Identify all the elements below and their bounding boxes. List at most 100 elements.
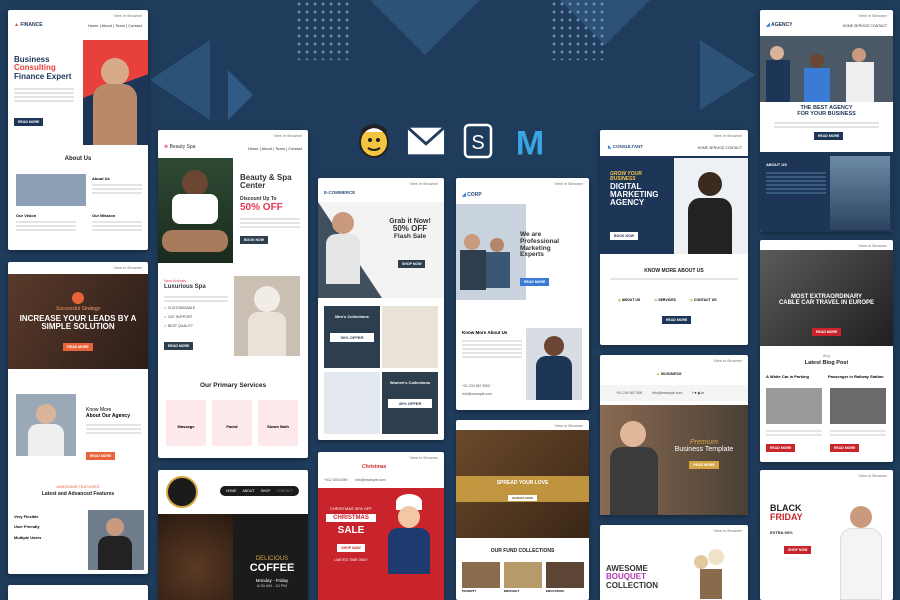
travel-blog-title: Latest Blog Post	[804, 360, 849, 366]
travel-headline: MOST EXTRAORDINARY CABLE CAR TRAVEL IN EU…	[778, 294, 875, 307]
consultant-know-title: KNOW MORE ABOUT US	[644, 268, 704, 274]
coffee-beans-photo	[158, 514, 233, 600]
spa-nav[interactable]: Home | About | Team | Contact	[248, 146, 302, 151]
consultant-logo: ◣ CONSULTANT	[608, 144, 644, 149]
fund-template-card[interactable]: View in Browser SPREAD YOUR LOVE DONATE …	[456, 420, 589, 600]
consultant-nav[interactable]: HOME SERVICE CONTACT	[698, 146, 742, 150]
agency-template-card[interactable]: View in Browser ◢ AGENCY HOME SERVICE CO…	[760, 10, 893, 232]
view-browser-link[interactable]: View in Browser	[858, 473, 887, 478]
view-browser-link[interactable]: View in Browser	[273, 133, 302, 138]
ecommerce-women-block[interactable]: Women's Collections 40% OFFER	[382, 372, 438, 434]
consultant-template-card[interactable]: View in Browser ◣ CONSULTANT HOME SERVIC…	[600, 130, 748, 345]
spa-feature-list: ✓ CUSTOMIZABLE ✓ 24/7 SUPPORT ✓ BEST QUALI…	[164, 306, 196, 329]
strategy-hero-button[interactable]: READ MORE	[63, 342, 93, 351]
agency-nav[interactable]: HOME SERVICE CONTACT	[843, 24, 887, 28]
finance-template-card[interactable]: View in Browser ▲ FINANCE Home | About |…	[8, 10, 148, 250]
view-browser-link[interactable]: View in Browser	[554, 181, 583, 186]
corp-read-more-button[interactable]: READ MORE	[520, 278, 550, 286]
travel-template-card[interactable]: View in Browser MOST EXTRAORDINARY CABLE …	[760, 240, 893, 462]
bg-dots-top-left	[295, 0, 350, 60]
ecommerce-shop-button[interactable]: SHOP NOW	[398, 260, 426, 268]
agency-hero-photo	[760, 36, 893, 102]
view-browser-link[interactable]: View in Browser	[858, 13, 887, 18]
bouquet-template-card[interactable]: View in Browser AWESOME BOUQUET COLLECTI…	[600, 525, 748, 600]
consultant-about-item[interactable]: ◎ ABOUT US	[618, 298, 640, 302]
finance-headline: Business Consulting Finance Expert	[14, 55, 72, 81]
corp-template-card[interactable]: View in Browser ◢ CORP We are Professiona…	[456, 178, 589, 410]
business-template-card[interactable]: View in Browser ▲ BUSINESS +01 234 567 8…	[600, 355, 748, 515]
travel-post-1-button[interactable]: READ MORE	[766, 444, 796, 452]
corp-hero-photo	[456, 204, 526, 300]
view-browser-link[interactable]: View in Browser	[713, 133, 742, 138]
agency-about-section: ABOUT US	[760, 152, 893, 232]
finance-about-sub: About Us	[92, 176, 110, 181]
blackfriday-template-card[interactable]: View in Browser BLACK FRIDAY EXTRA 50% S…	[760, 470, 893, 600]
finance-read-more-button[interactable]: READ MORE	[14, 118, 44, 126]
view-browser-link[interactable]: View in Browser	[409, 181, 438, 186]
spa-service-steam[interactable]: Steam Bath	[258, 400, 298, 446]
christmas-template-card[interactable]: View in Browser Christmas +012 345 6789 i…	[318, 452, 444, 600]
consultant-about-row: ◎ ABOUT US ◎ SERVICES ◎ CONTACT US	[618, 298, 717, 302]
travel-blog-sub: Blog	[822, 354, 830, 358]
coffee-nav[interactable]: HOME ABOUT SHOP CONTACT	[220, 486, 300, 496]
consultant-book-button[interactable]: BOOK NOW	[610, 232, 639, 240]
ecommerce-men-block[interactable]: Men's Collections 50% OFFER	[324, 306, 380, 368]
business-hero-text: Premium Business Template READ MORE	[674, 439, 734, 469]
view-browser-link[interactable]: View in Browser	[858, 243, 887, 248]
ecommerce-template-card[interactable]: View in Browser E-COMMERCE Grab it Now! …	[318, 178, 444, 440]
view-browser-link[interactable]: View in Browser	[713, 528, 742, 533]
christmas-shop-button[interactable]: SHOP NOW	[337, 544, 365, 552]
agency-read-more-button[interactable]: READ MORE	[814, 132, 844, 140]
ecommerce-logo: E-COMMERCE	[324, 190, 356, 195]
bg-triangle-right	[700, 40, 755, 110]
fund-donate-button[interactable]: DONATE NOW	[508, 495, 537, 501]
view-browser-link[interactable]: View in Browser	[113, 265, 142, 270]
strategy-template-card[interactable]: View in Browser Successful Strategy INCR…	[8, 262, 148, 574]
business-contact-bar: +01 234 567 890 info@example.com f ♥ ◉ in	[600, 385, 748, 401]
spa-new-arrivals: New Arrivals	[164, 278, 187, 283]
travel-read-more-button[interactable]: READ MORE	[812, 328, 842, 336]
spa-service-facial[interactable]: Facial	[212, 400, 252, 446]
view-browser-link[interactable]: View in Browser	[113, 13, 142, 18]
finance-nav[interactable]: Home | About | Team | Contact	[88, 23, 142, 28]
spa-lux-photo	[234, 276, 300, 356]
blackfriday-extra: EXTRA 50%	[770, 530, 793, 535]
strategy-features-title: Latest and Advanced Features	[41, 491, 115, 497]
strategy-read-more-button[interactable]: READ MORE	[86, 452, 116, 460]
finance-vision-title: Our Vision	[16, 213, 37, 218]
ecommerce-hero-photo	[318, 202, 444, 298]
stub-card-left[interactable]	[8, 585, 148, 600]
fund-item-poverty[interactable]: POVERTY	[462, 562, 500, 593]
christmas-hero-text: CHRISTMAS 30% OFF CHRISTMAS SALE SHOP NO…	[326, 506, 376, 562]
consultant-headline: GROW YOUR BUSINESS DIGITAL MARKETING AGE…	[610, 171, 659, 208]
travel-post-1-title[interactable]: A White Car in Parking	[766, 374, 821, 379]
travel-post-2-button[interactable]: READ MORE	[830, 444, 860, 452]
blackfriday-man-photo	[830, 482, 890, 600]
view-browser-link[interactable]: View in Browser	[713, 358, 742, 363]
travel-post-2-title[interactable]: Passenger in Railway Station	[828, 374, 888, 379]
spa-book-now-button[interactable]: BOOK NOW	[240, 236, 269, 244]
bg-triangle-left	[150, 40, 210, 120]
consultant-read-more-button[interactable]: READ MORE	[662, 316, 692, 324]
spa-logo: ❀ Beauty Spa	[164, 144, 196, 150]
christmas-contact: +012 345 6789 info@example.com	[324, 478, 386, 482]
spa-read-more-button[interactable]: READ MORE	[164, 342, 194, 350]
view-browser-link[interactable]: View in Browser	[409, 455, 438, 460]
fund-hero-band: SPREAD YOUR LOVE DONATE NOW	[456, 476, 589, 502]
strategy-feature-photo	[88, 510, 144, 570]
fund-item-drought[interactable]: DROUGHT	[504, 562, 542, 593]
ecommerce-headline: Grab it Now! 50% OFF Flash Sale	[389, 218, 431, 240]
fund-item-education[interactable]: EDUCATION	[546, 562, 584, 593]
consultant-services-item[interactable]: ◎ SERVICES	[654, 298, 676, 302]
strategy-know-more: Know More About Our Agency	[86, 407, 130, 419]
spa-service-massage[interactable]: Massage	[166, 400, 206, 446]
business-read-more-button[interactable]: READ MORE	[689, 461, 719, 469]
coffee-template-card[interactable]: HOME ABOUT SHOP CONTACT DELICIOUS COFFEE Mo…	[158, 470, 308, 600]
travel-post-1-photo	[766, 388, 822, 424]
blackfriday-shop-button[interactable]: SHOP NOW	[784, 546, 812, 554]
consultant-contact-item[interactable]: ◎ CONTACT US	[690, 298, 717, 302]
agency-building-photo	[830, 156, 890, 230]
spa-template-card[interactable]: View in Browser ❀ Beauty Spa Home | Abou…	[158, 130, 308, 458]
view-browser-link[interactable]: View in Browser	[554, 423, 583, 428]
corp-contact: +01 234 567 8900 info@example.com	[462, 384, 493, 396]
